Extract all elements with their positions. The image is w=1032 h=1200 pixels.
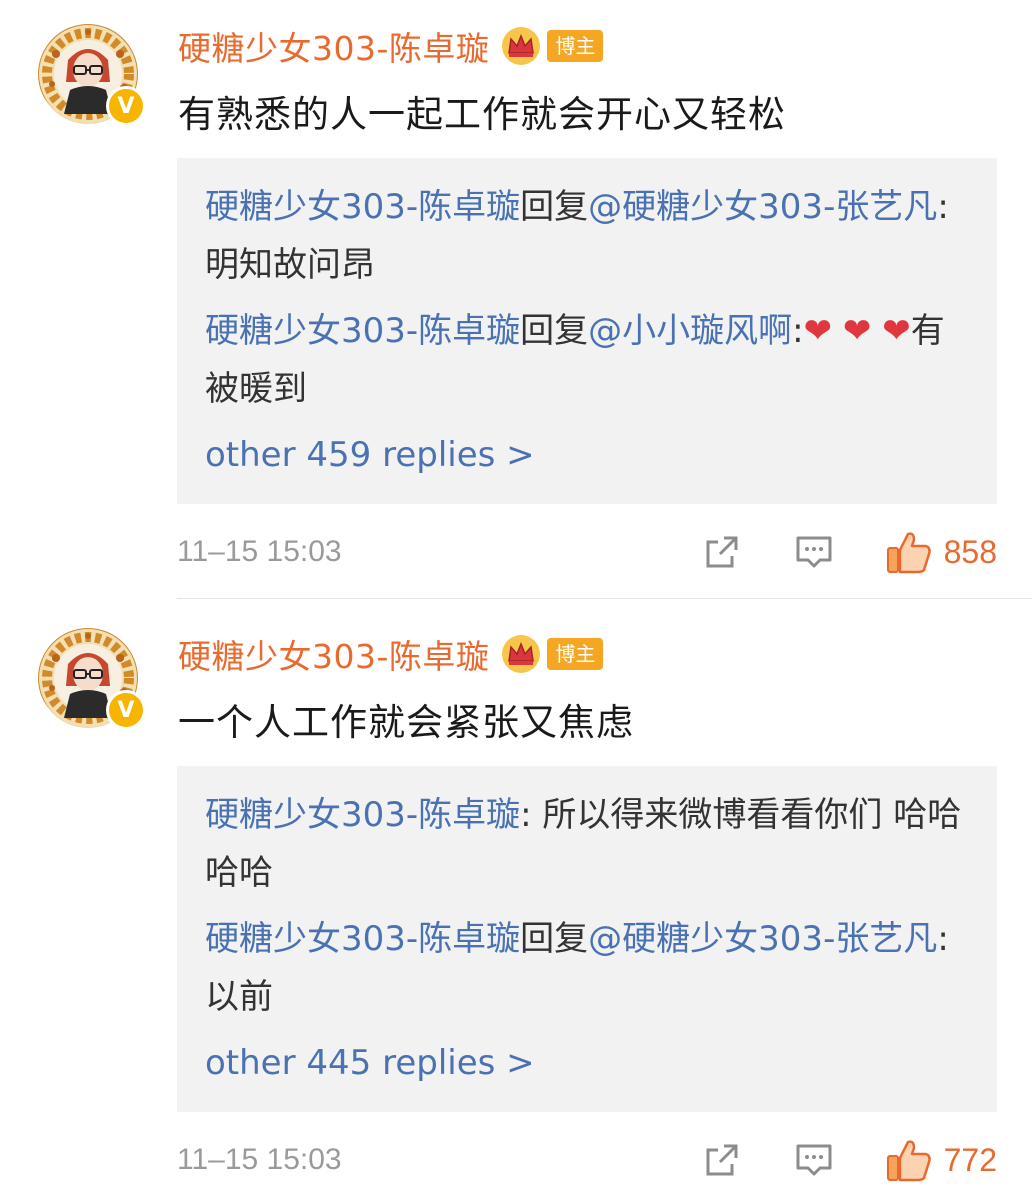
- reply-item[interactable]: 硬糖少女303-陈卓璇回复@硬糖少女303-张艺凡:以前: [205, 910, 969, 1026]
- reply-author[interactable]: 硬糖少女303-陈卓璇: [205, 795, 520, 835]
- comment-divider: [177, 598, 1032, 599]
- verified-badge-icon: V: [106, 86, 146, 126]
- comment-icon[interactable]: [794, 1140, 834, 1180]
- blogger-badge: 博主: [547, 30, 604, 62]
- reply-verb: 回复: [520, 187, 589, 227]
- thumbs-up-icon: [886, 532, 931, 574]
- avatar[interactable]: V: [38, 24, 146, 126]
- share-icon[interactable]: [702, 1140, 742, 1180]
- reply-verb: 回复: [520, 919, 589, 959]
- like-count: 772: [943, 1141, 997, 1178]
- comment-text: 有熟悉的人一起工作就会开心又轻松: [178, 93, 786, 136]
- verified-badge-icon: V: [106, 690, 146, 730]
- username-row: 硬糖少女303-陈卓璇 博主: [178, 630, 604, 678]
- like-button[interactable]: 858: [886, 530, 997, 574]
- comment-card: V 硬糖少女303-陈卓璇 博主 一个人工作就会紧张又焦虑 硬糖少女303-陈卓…: [0, 600, 1032, 1200]
- action-bar: 772: [650, 1138, 997, 1182]
- heart-emoji-icon: ❤ ❤ ❤: [803, 311, 911, 351]
- timestamp: 11–15 15:03: [177, 1143, 342, 1176]
- share-icon[interactable]: [702, 532, 742, 572]
- comment-text: 一个人工作就会紧张又焦虑: [178, 701, 634, 744]
- reply-author[interactable]: 硬糖少女303-陈卓璇: [205, 311, 520, 351]
- username[interactable]: 硬糖少女303-陈卓璇: [178, 630, 489, 678]
- like-button[interactable]: 772: [886, 1138, 997, 1182]
- reply-item[interactable]: 硬糖少女303-陈卓璇回复@硬糖少女303-张艺凡:明知故问昂: [205, 178, 969, 294]
- blogger-badge: 博主: [547, 638, 604, 670]
- reply-mention[interactable]: @硬糖少女303-张艺凡: [588, 919, 937, 959]
- comment-meta: 11–15 15:03 772: [177, 1130, 997, 1190]
- comment-icon[interactable]: [794, 532, 834, 572]
- more-replies-link[interactable]: other 445 replies >: [205, 1034, 969, 1092]
- reply-item[interactable]: 硬糖少女303-陈卓璇回复@小小璇风啊:❤ ❤ ❤有被暖到: [205, 302, 969, 418]
- comment-meta: 11–15 15:03 858: [177, 522, 997, 582]
- username[interactable]: 硬糖少女303-陈卓璇: [178, 22, 489, 70]
- username-row: 硬糖少女303-陈卓璇 博主: [178, 22, 604, 70]
- more-replies-link[interactable]: other 459 replies >: [205, 426, 969, 484]
- comment-card: V 硬糖少女303-陈卓璇 博主 有熟悉的人一起工作就会开心又轻松 硬糖少女30…: [0, 0, 1032, 600]
- action-bar: 858: [650, 530, 997, 574]
- reply-author[interactable]: 硬糖少女303-陈卓璇: [205, 187, 520, 227]
- reply-box[interactable]: 硬糖少女303-陈卓璇回复@硬糖少女303-张艺凡:明知故问昂 硬糖少女303-…: [177, 158, 997, 504]
- reply-text: :: [792, 311, 804, 351]
- reply-verb: 回复: [520, 311, 589, 351]
- reply-author[interactable]: 硬糖少女303-陈卓璇: [205, 919, 520, 959]
- reply-mention[interactable]: @小小璇风啊: [588, 311, 792, 351]
- crown-icon: [502, 27, 541, 65]
- crown-icon: [502, 635, 541, 673]
- thumbs-up-icon: [886, 1140, 931, 1182]
- reply-mention[interactable]: @硬糖少女303-张艺凡: [588, 187, 937, 227]
- reply-box[interactable]: 硬糖少女303-陈卓璇: 所以得来微博看看你们 哈哈哈哈 硬糖少女303-陈卓璇…: [177, 766, 997, 1112]
- avatar[interactable]: V: [38, 628, 146, 730]
- reply-item[interactable]: 硬糖少女303-陈卓璇: 所以得来微博看看你们 哈哈哈哈: [205, 786, 969, 902]
- like-count: 858: [943, 533, 997, 570]
- timestamp: 11–15 15:03: [177, 535, 342, 568]
